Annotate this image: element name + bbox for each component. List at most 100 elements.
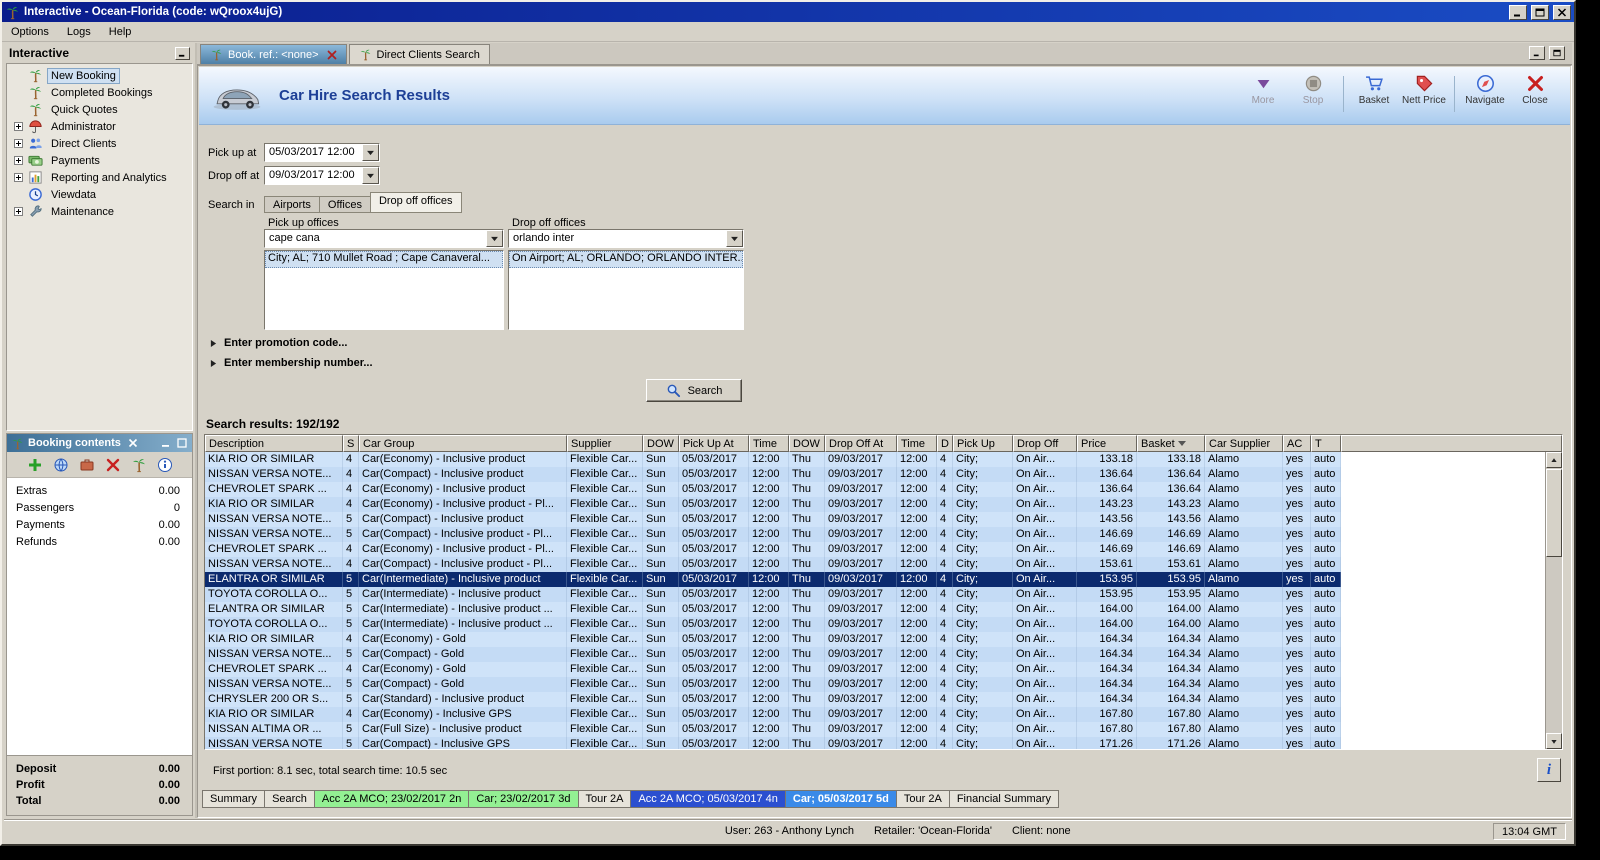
column-header-time[interactable]: Time: [749, 435, 789, 452]
column-header-pick-up-at[interactable]: Pick Up At: [679, 435, 749, 452]
dropoff-datetime-field[interactable]: 09/03/2017 12:00: [264, 166, 380, 185]
expand-plus-icon[interactable]: [14, 122, 23, 131]
dropoff-office-item[interactable]: On Airport; AL; ORLANDO; ORLANDO INTER..…: [509, 251, 743, 268]
table-row[interactable]: CHRYSLER 200 OR S... 5 Car(Standard) - Inc…: [205, 692, 1545, 707]
expand-plus-icon[interactable]: [14, 173, 23, 182]
bottom-tab-acc-2a-mco-05-03-2017-4n[interactable]: Acc 2A MCO; 05/03/2017 4n: [631, 790, 786, 808]
panel-collapse-button[interactable]: [175, 46, 190, 60]
tab-close-icon[interactable]: [327, 50, 337, 60]
sidebar-item-direct-clients[interactable]: Direct Clients: [7, 135, 192, 152]
window-minimize-button[interactable]: [1509, 4, 1527, 20]
bottom-tab-acc-2a-mco-23-02-2017-2n[interactable]: Acc 2A MCO; 23/02/2017 2n: [314, 790, 470, 808]
table-row[interactable]: ELANTRA OR SIMILAR 5 Car(Intermediate) - I…: [205, 572, 1545, 587]
window-close-button[interactable]: [1553, 4, 1571, 20]
table-row[interactable]: NISSAN VERSA NOTE... 5 Car(Compact) - Incl…: [205, 527, 1545, 542]
promotion-code-expander[interactable]: Enter promotion code...: [210, 337, 347, 349]
menu-item-options[interactable]: Options: [2, 23, 58, 41]
booking-row-passengers[interactable]: Passengers 0: [7, 499, 192, 516]
table-row[interactable]: TOYOTA COROLLA O... 5 Car(Intermediate) - …: [205, 617, 1545, 632]
table-row[interactable]: CHEVROLET SPARK ... 4 Car(Economy) - Inclu…: [205, 482, 1545, 497]
column-header-dow[interactable]: DOW: [789, 435, 825, 452]
bottom-tab-tour-2a[interactable]: Tour 2A: [578, 790, 632, 808]
sidebar-item-new-booking[interactable]: New Booking: [7, 67, 192, 84]
column-header-car-supplier[interactable]: Car Supplier: [1205, 435, 1283, 452]
bottom-tab-summary[interactable]: Summary: [202, 790, 266, 808]
booking-contents-maximize-button[interactable]: [176, 438, 188, 449]
toolbar-basket-button[interactable]: Basket: [1349, 74, 1399, 106]
column-header-price[interactable]: Price: [1077, 435, 1137, 452]
sidebar-item-administrator[interactable]: Administrator: [7, 118, 192, 135]
table-row[interactable]: TOYOTA COROLLA O... 5 Car(Intermediate) - …: [205, 587, 1545, 602]
sidebar-item-quick-quotes[interactable]: Quick Quotes: [7, 101, 192, 118]
table-row[interactable]: NISSAN VERSA NOTE... 5 Car(Compact) - Gold…: [205, 677, 1545, 692]
menu-item-logs[interactable]: Logs: [58, 23, 100, 41]
toolbar-close-button[interactable]: Close: [1510, 74, 1560, 106]
add-icon[interactable]: [27, 457, 43, 473]
pickup-office-item[interactable]: City; AL; 710 Mullet Road ; Cape Canaver…: [265, 251, 503, 268]
tab-direct-clients-search[interactable]: Direct Clients Search: [348, 44, 490, 64]
membership-number-expander[interactable]: Enter membership number...: [210, 357, 373, 369]
column-header-car-group[interactable]: Car Group: [359, 435, 567, 452]
search-button[interactable]: Search: [646, 379, 742, 402]
bottom-tab-car-23-02-2017-3d[interactable]: Car; 23/02/2017 3d: [469, 790, 579, 808]
table-row[interactable]: NISSAN ALTIMA OR ... 5 Car(Full Size) - In…: [205, 722, 1545, 737]
table-row[interactable]: ELANTRA OR SIMILAR 5 Car(Intermediate) - I…: [205, 602, 1545, 617]
toolbar-navigate-button[interactable]: Navigate: [1460, 74, 1510, 106]
pickup-offices-dropdown-button[interactable]: [486, 230, 503, 247]
column-header-dow[interactable]: DOW: [643, 435, 679, 452]
menu-item-help[interactable]: Help: [100, 23, 141, 41]
column-header-s[interactable]: S: [343, 435, 359, 452]
palm-icon[interactable]: [131, 457, 147, 473]
column-header-supplier[interactable]: Supplier: [567, 435, 643, 452]
booking-contents-close-button[interactable]: [127, 438, 139, 449]
search-tab-airports[interactable]: Airports: [264, 196, 319, 213]
table-row[interactable]: KIA RIO OR SIMILAR 4 Car(Economy) - Gold Fl…: [205, 632, 1545, 647]
sidebar-item-completed-bookings[interactable]: Completed Bookings: [7, 84, 192, 101]
booking-row-payments[interactable]: Payments 0.00: [7, 516, 192, 533]
world-icon[interactable]: [53, 457, 69, 473]
column-header-time[interactable]: Time: [897, 435, 937, 452]
dropoff-offices-list[interactable]: On Airport; AL; ORLANDO; ORLANDO INTER..…: [508, 250, 744, 330]
expand-plus-icon[interactable]: [14, 156, 23, 165]
search-tab-offices[interactable]: Offices: [318, 196, 370, 213]
scrollbar-thumb[interactable]: [1546, 469, 1562, 557]
scroll-up-button[interactable]: [1546, 452, 1562, 468]
tab-book-ref-none[interactable]: Book. ref.: <none>: [200, 44, 347, 64]
column-header-description[interactable]: Description: [205, 435, 343, 452]
vertical-scrollbar[interactable]: [1545, 452, 1562, 749]
window-maximize-button[interactable]: [1531, 4, 1549, 20]
booking-contents-minimize-button[interactable]: [160, 438, 172, 449]
document-restore-button[interactable]: [1549, 46, 1565, 60]
info-icon[interactable]: [157, 457, 173, 473]
scroll-down-button[interactable]: [1546, 733, 1562, 749]
info-button[interactable]: i: [1537, 758, 1561, 782]
table-row[interactable]: NISSAN VERSA NOTE... 4 Car(Compact) - Incl…: [205, 557, 1545, 572]
dropoff-dropdown-button[interactable]: [362, 167, 379, 184]
column-header-drop-off-at[interactable]: Drop Off At: [825, 435, 897, 452]
luggage-icon[interactable]: [79, 457, 95, 473]
table-row[interactable]: KIA RIO OR SIMILAR 4 Car(Economy) - Inclus…: [205, 452, 1545, 467]
sidebar-item-maintenance[interactable]: Maintenance: [7, 203, 192, 220]
table-row[interactable]: NISSAN VERSA NOTE... 5 Car(Compact) - Gold…: [205, 647, 1545, 662]
expand-plus-icon[interactable]: [14, 207, 23, 216]
column-header-drop-off[interactable]: Drop Off: [1013, 435, 1077, 452]
table-row[interactable]: CHEVROLET SPARK ... 4 Car(Economy) - Gold F…: [205, 662, 1545, 677]
table-row[interactable]: NISSAN VERSA NOTE 5 Car(Compact) - Inclusi…: [205, 737, 1545, 749]
document-minimize-button[interactable]: [1529, 46, 1545, 60]
sidebar-item-payments[interactable]: Payments: [7, 152, 192, 169]
table-row[interactable]: KIA RIO OR SIMILAR 4 Car(Economy) - Inclus…: [205, 497, 1545, 512]
delete-icon[interactable]: [105, 457, 121, 473]
sidebar-item-reporting-and-analytics[interactable]: Reporting and Analytics: [7, 169, 192, 186]
dropoff-offices-combo[interactable]: orlando inter: [508, 229, 744, 248]
bottom-tab-tour-2a[interactable]: Tour 2A: [896, 790, 950, 808]
booking-row-extras[interactable]: Extras 0.00: [7, 482, 192, 499]
column-header-t[interactable]: T: [1311, 435, 1341, 452]
column-header-pick-up[interactable]: Pick Up: [953, 435, 1013, 452]
pickup-offices-combo[interactable]: cape cana: [264, 229, 504, 248]
pickup-offices-list[interactable]: City; AL; 710 Mullet Road ; Cape Canaver…: [264, 250, 504, 330]
search-tab-drop-off-offices[interactable]: Drop off offices: [369, 192, 462, 213]
table-row[interactable]: CHEVROLET SPARK ... 4 Car(Economy) - Inclu…: [205, 542, 1545, 557]
pickup-dropdown-button[interactable]: [362, 144, 379, 161]
table-row[interactable]: NISSAN VERSA NOTE... 5 Car(Compact) - Incl…: [205, 512, 1545, 527]
bottom-tab-search[interactable]: Search: [265, 790, 315, 808]
